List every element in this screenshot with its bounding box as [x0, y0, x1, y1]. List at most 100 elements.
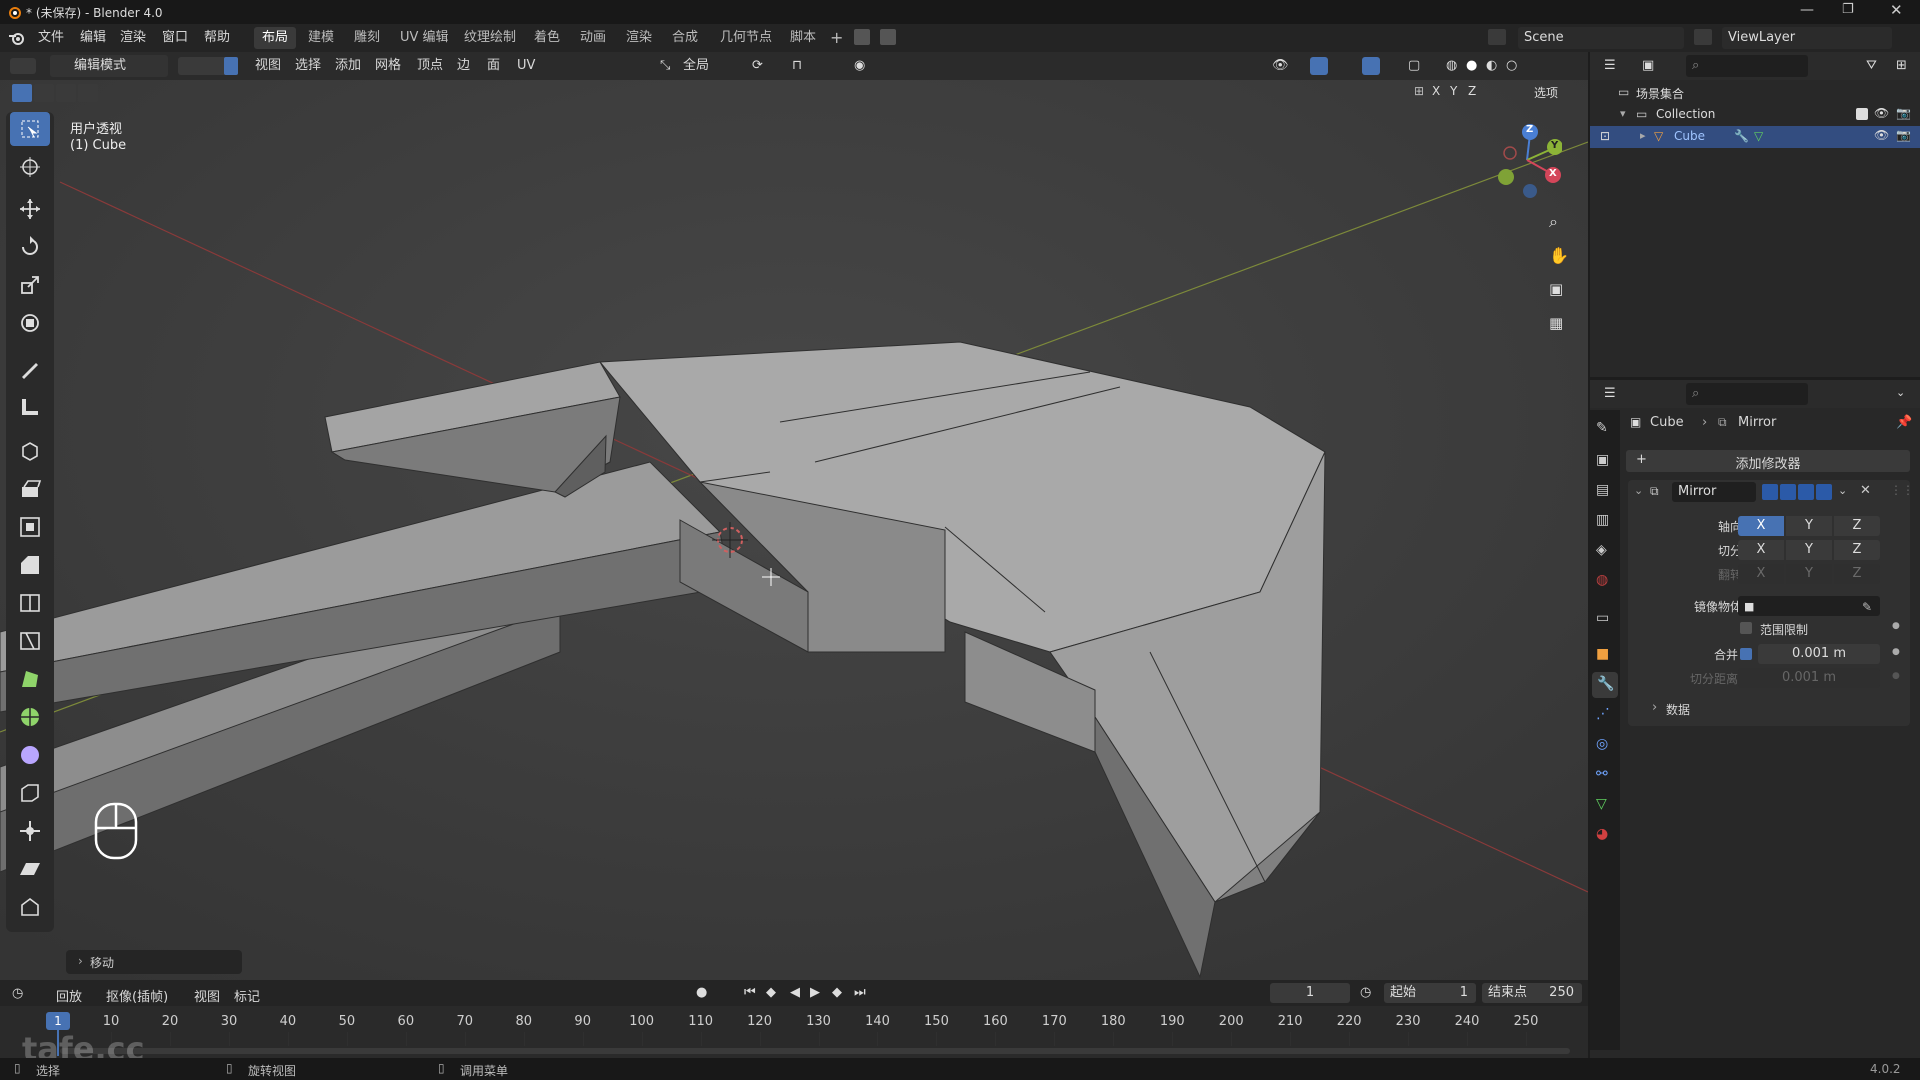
play-icon[interactable]: ▶: [810, 985, 820, 1000]
merge-distance-input[interactable]: 0.001 m: [1758, 644, 1880, 664]
render-tab-icon[interactable]: ▣: [1596, 452, 1614, 470]
constraints-tab-icon[interactable]: ⚯: [1596, 766, 1614, 784]
collection-tab-icon[interactable]: ▭: [1596, 610, 1614, 628]
record-icon[interactable]: ●: [696, 985, 707, 1000]
shear-tool[interactable]: [10, 852, 50, 886]
menu-add[interactable]: 添加: [330, 56, 366, 76]
pan-hand-icon[interactable]: ✋: [1549, 246, 1569, 265]
add-modifier-button[interactable]: + 添加修改器: [1626, 450, 1910, 472]
modifier-tab-icon[interactable]: 🔧: [1597, 676, 1615, 694]
axis-z-toggle[interactable]: Z: [1834, 516, 1880, 536]
flip-y-toggle[interactable]: Y: [1786, 564, 1832, 584]
extrude-tool[interactable]: [10, 472, 50, 506]
shrink-fatten-tool[interactable]: [10, 814, 50, 848]
bisect-z-toggle[interactable]: Z: [1834, 540, 1880, 560]
prev-keyframe-icon[interactable]: ◆: [766, 985, 776, 1000]
edge-slide-tool[interactable]: [10, 776, 50, 810]
expand-chevron-icon[interactable]: ›: [1652, 700, 1657, 715]
solid-shading-icon[interactable]: ●: [1466, 58, 1477, 73]
axis-y-toggle[interactable]: Y: [1786, 516, 1832, 536]
render-toggle-icon[interactable]: [1816, 484, 1832, 500]
menu-help[interactable]: 帮助: [198, 28, 236, 48]
transform-tool[interactable]: [10, 306, 50, 340]
wireframe-shading-icon[interactable]: ◍: [1446, 58, 1457, 73]
menu-edge[interactable]: 边: [452, 56, 475, 76]
remove-modifier-icon[interactable]: ✕: [1860, 483, 1871, 498]
properties-search-input[interactable]: ⌕: [1686, 383, 1808, 405]
overlay-toggle-icon[interactable]: [1362, 57, 1380, 75]
xray-icon[interactable]: ▢: [1408, 58, 1420, 73]
clipping-checkbox[interactable]: [1740, 622, 1752, 634]
menu-render[interactable]: 渲染: [114, 28, 152, 48]
start-frame-input[interactable]: 起始 1: [1384, 983, 1476, 1003]
menu-select[interactable]: 选择: [290, 56, 326, 76]
mode-new-icon[interactable]: [12, 84, 32, 102]
cursor-tool[interactable]: [10, 150, 50, 184]
menu-window[interactable]: 窗口: [156, 28, 194, 48]
data-tab-icon[interactable]: ▽: [1596, 796, 1614, 814]
material-tab-icon[interactable]: ◕: [1596, 826, 1614, 844]
current-frame-input[interactable]: 1: [1270, 983, 1350, 1003]
jump-end-icon[interactable]: ⏭: [854, 985, 866, 1000]
jump-start-icon[interactable]: ⏮: [744, 985, 756, 1000]
spin-tool[interactable]: [10, 700, 50, 734]
bisect-y-toggle[interactable]: Y: [1786, 540, 1832, 560]
timeline-editor-icon[interactable]: ◷: [12, 986, 23, 1001]
expand-arrow-icon[interactable]: ▸: [1640, 129, 1646, 142]
tab-animation[interactable]: 动画: [572, 27, 614, 49]
material-shading-icon[interactable]: ◐: [1486, 58, 1497, 73]
drag-handle-icon[interactable]: ⋮⋮: [1890, 483, 1914, 497]
camera-view-icon[interactable]: ▣: [1549, 280, 1563, 298]
tab-rendering[interactable]: 渲染: [618, 27, 660, 49]
move-tool[interactable]: [10, 192, 50, 226]
workspace-split-icon[interactable]: [880, 29, 896, 45]
properties-editor-icon[interactable]: ☰: [1604, 386, 1616, 401]
measure-tool[interactable]: [10, 390, 50, 424]
viewport-canvas[interactable]: [0, 52, 1588, 980]
tab-uv-editing[interactable]: UV 编辑: [392, 27, 457, 49]
preview-range-icon[interactable]: ◷: [1360, 985, 1371, 1000]
outliner-row-collection[interactable]: ▾ ▭ Collection 👁 📷: [1590, 104, 1920, 126]
snap-icon[interactable]: ⊓: [792, 58, 802, 73]
flip-x-toggle[interactable]: X: [1738, 564, 1784, 584]
loop-cut-tool[interactable]: [10, 586, 50, 620]
menu-vertex[interactable]: 顶点: [412, 56, 448, 76]
merge-checkbox[interactable]: [1740, 648, 1752, 660]
visibility-icon[interactable]: 👁: [1272, 58, 1289, 73]
face-select-icon[interactable]: [224, 57, 238, 75]
eyedropper-icon[interactable]: ✎: [1862, 596, 1872, 618]
view-layer-field[interactable]: ViewLayer: [1722, 27, 1892, 49]
playhead[interactable]: 1: [46, 1012, 70, 1030]
symmetry-z[interactable]: Z: [1468, 84, 1476, 98]
collection-eye-icon[interactable]: 👁: [1874, 106, 1889, 120]
maximize-button[interactable]: ❐: [1842, 2, 1854, 17]
navigation-gizmo[interactable]: Z Y X: [1492, 120, 1563, 200]
collapse-chevron-icon[interactable]: ⌄: [1634, 484, 1643, 497]
menu-edit[interactable]: 编辑: [74, 28, 112, 48]
cage-toggle-icon[interactable]: [1780, 484, 1796, 500]
menu-uv[interactable]: UV: [512, 56, 540, 76]
editor-type-icon[interactable]: [10, 58, 36, 74]
keyframe-dot-icon[interactable]: ●: [1892, 621, 1900, 631]
particles-tab-icon[interactable]: ⋰: [1596, 706, 1614, 724]
display-mode-icon[interactable]: ▣: [1642, 58, 1654, 73]
timeline-scrollbar[interactable]: [60, 1048, 1570, 1054]
menu-file[interactable]: 文件: [32, 28, 70, 48]
tool-tab-icon[interactable]: ✎: [1596, 420, 1614, 438]
output-tab-icon[interactable]: ▤: [1596, 482, 1614, 500]
tab-compositing[interactable]: 合成: [664, 27, 706, 49]
expand-arrow-icon[interactable]: ▾: [1620, 107, 1626, 120]
symmetry-x[interactable]: X: [1432, 84, 1440, 98]
data-subpanel-label[interactable]: 数据: [1666, 701, 1690, 718]
bevel-tool[interactable]: [10, 548, 50, 582]
keyframe-dot-icon[interactable]: ●: [1892, 647, 1900, 657]
last-operation-panel[interactable]: › 移动: [66, 950, 242, 974]
rip-tool[interactable]: [10, 890, 50, 924]
zoom-icon[interactable]: ⌕: [1549, 212, 1558, 232]
collection-checkbox[interactable]: [1856, 108, 1868, 120]
tab-layout[interactable]: 布局: [254, 27, 297, 49]
end-frame-input[interactable]: 结束点 250: [1482, 983, 1582, 1003]
flip-z-toggle[interactable]: Z: [1834, 564, 1880, 584]
smooth-tool[interactable]: [10, 738, 50, 772]
tab-sculpting[interactable]: 雕刻: [346, 27, 388, 49]
